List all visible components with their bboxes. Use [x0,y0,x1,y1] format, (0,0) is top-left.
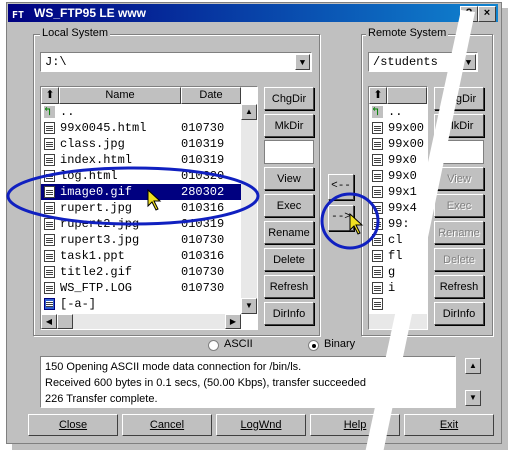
mouse-cursor-icon [349,212,364,235]
annotation-overlay [6,10,475,453]
white-slash [365,10,475,453]
mouse-cursor-icon [147,188,162,211]
highlight-ellipse-local [6,166,260,226]
